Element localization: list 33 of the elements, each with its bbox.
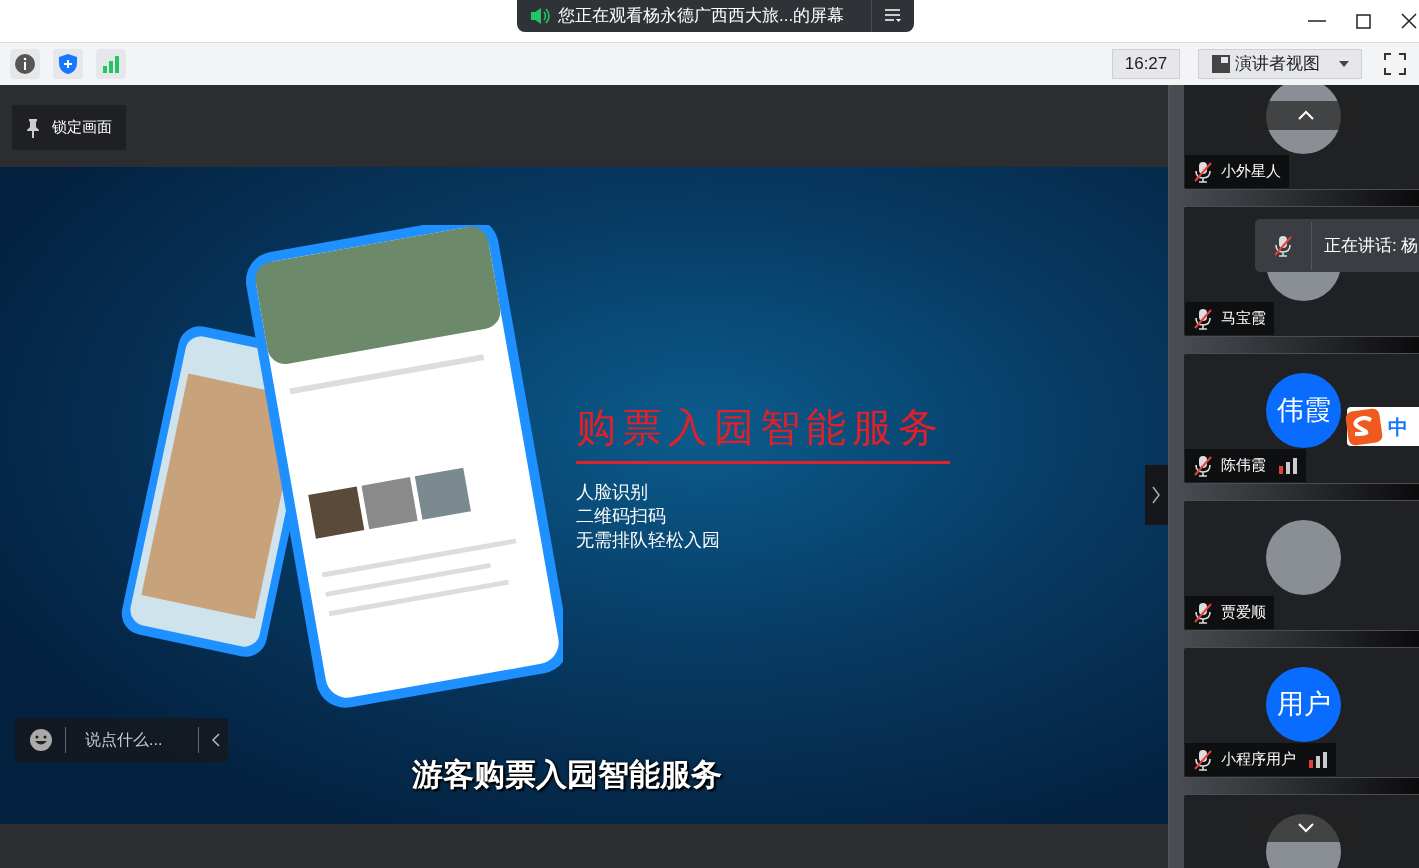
close-icon[interactable]	[1401, 13, 1417, 29]
maximize-icon[interactable]	[1356, 13, 1371, 29]
collapse-handle-icon[interactable]	[1145, 465, 1168, 525]
chat-input[interactable]: 说点什么...	[15, 718, 228, 762]
clock-time: 16:27	[1112, 49, 1180, 79]
caret-icon	[1339, 61, 1349, 67]
slide-subtitle: 游客购票入园智能服务	[412, 756, 722, 794]
speaker-icon	[530, 7, 550, 25]
chevron-left-icon[interactable]	[212, 733, 220, 747]
participant-name: 陈伟霞	[1221, 455, 1266, 476]
shield-icon[interactable]	[53, 49, 83, 79]
window-title: 您正在观看杨永德广西西大旅...的屏幕	[558, 5, 845, 28]
menu-icon[interactable]	[884, 8, 902, 24]
sogou-logo-icon[interactable]	[1345, 407, 1383, 446]
slide-bullet-text: 人脸识别	[576, 481, 649, 504]
view-dropdown[interactable]: 演讲者视图	[1198, 49, 1362, 79]
smiley-icon[interactable]	[29, 728, 53, 752]
slide-bullet-text: 二维码扫码	[576, 505, 667, 528]
speaking-text: 正在讲话: 杨	[1324, 234, 1419, 257]
slide-heading: 购票入园智能服务	[576, 403, 945, 452]
input-mode-label[interactable]: 中	[1388, 411, 1408, 442]
avatar-initials: 伟霞	[1266, 373, 1341, 448]
avatar-initials: 用户	[1266, 667, 1341, 742]
pin-icon	[26, 117, 40, 138]
lock-screen-button[interactable]: 锁定画面	[12, 105, 126, 150]
slide-bullet-text: 无需排队轻松入园	[576, 529, 721, 552]
layout-icon	[1211, 54, 1231, 74]
participant-name: 小程序用户	[1221, 749, 1296, 770]
participant-name: 小外星人	[1221, 161, 1281, 182]
participant-name: 马宝霞	[1221, 308, 1266, 329]
fullscreen-icon[interactable]	[1381, 50, 1409, 78]
participant-name: 贾爱顺	[1221, 602, 1266, 623]
info-icon[interactable]	[10, 49, 40, 79]
